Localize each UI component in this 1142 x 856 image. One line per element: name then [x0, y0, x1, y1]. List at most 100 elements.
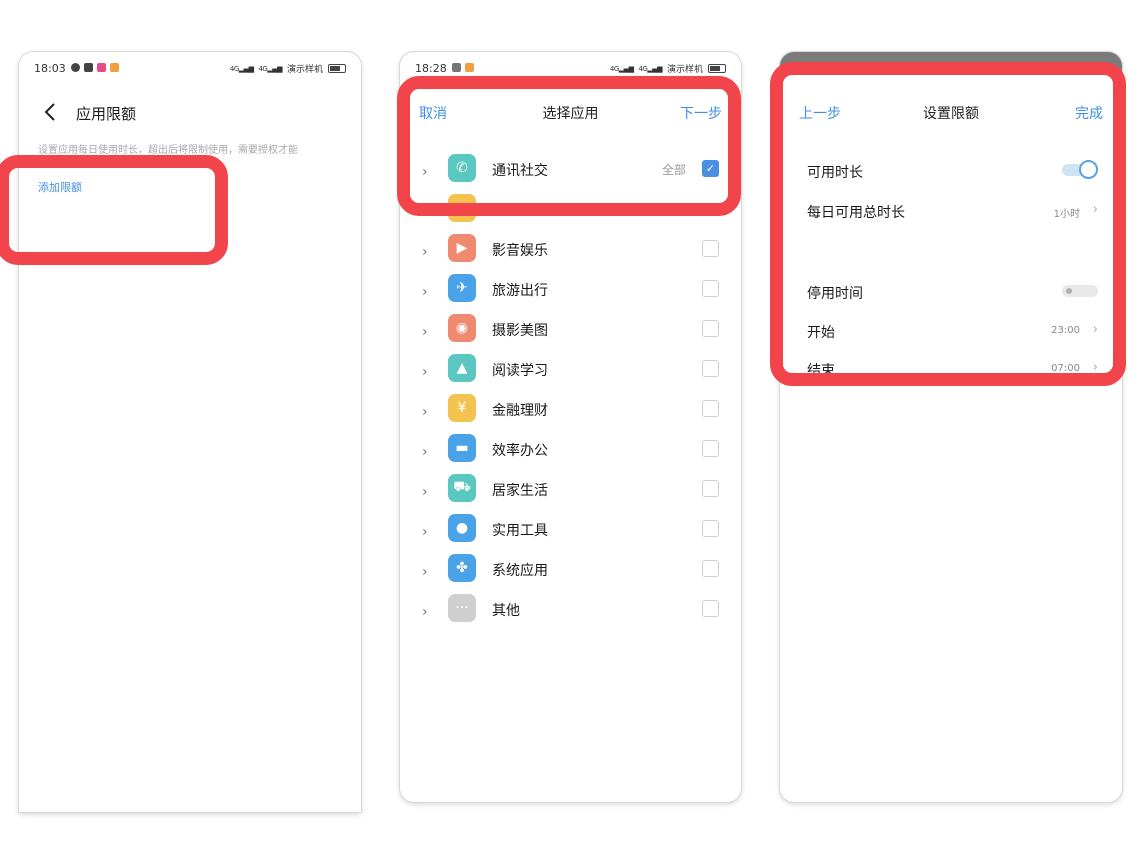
- category-checkbox[interactable]: [702, 440, 719, 457]
- category-label: 摄影美图: [492, 323, 548, 339]
- downtime-toggle[interactable]: [1062, 281, 1098, 301]
- chevron-right-icon[interactable]: ›: [422, 404, 428, 420]
- notification-icons: [71, 63, 119, 72]
- chevron-right-icon[interactable]: ›: [422, 524, 428, 540]
- category-row-travel[interactable]: › ✈ 旅游出行: [400, 272, 741, 312]
- chevron-right-icon: ›: [1092, 202, 1098, 217]
- category-row-home[interactable]: › ⛟ 居家生活: [400, 472, 741, 512]
- chevron-right-icon: ›: [1092, 322, 1098, 337]
- daily-total-row[interactable]: 每日可用总时长 1小时 ›: [807, 202, 1098, 222]
- setting-value: 1小时: [1053, 209, 1080, 220]
- category-label: 影音娱乐: [492, 243, 548, 259]
- page-title: 设置限额: [923, 106, 979, 122]
- setting-label: 停用时间: [807, 286, 863, 302]
- status-time: 18:28: [415, 62, 447, 75]
- status-bar: 18:03 4G▂▄▆ 4G▂▄▆ 演示样机: [19, 62, 361, 78]
- phone-screen-app-limit: 18:03 4G▂▄▆ 4G▂▄▆ 演示样机 应用限额 设置应用每日使用时长，超…: [19, 52, 361, 812]
- chevron-right-icon: ›: [1092, 360, 1098, 375]
- chevron-right-icon[interactable]: ›: [422, 324, 428, 340]
- phone-icon: ✆: [448, 154, 476, 182]
- category-label: 实用工具: [492, 523, 548, 539]
- all-label: 全部: [661, 163, 686, 177]
- setting-label: 可用时长: [807, 165, 863, 181]
- carrier-label: 演示样机: [286, 65, 323, 75]
- page-title: 应用限额: [76, 105, 137, 123]
- setting-label: 每日可用总时长: [807, 205, 905, 221]
- chevron-right-icon[interactable]: ›: [422, 244, 428, 260]
- chevron-right-icon[interactable]: ›: [422, 444, 428, 460]
- play-icon: ▶: [448, 234, 476, 262]
- status-right: 4G▂▄▆ 4G▂▄▆ 演示样机: [230, 62, 346, 75]
- image-icon: [452, 63, 461, 72]
- toggle-knob: [1066, 288, 1072, 294]
- category-checkbox[interactable]: [702, 320, 719, 337]
- battery-icon: [708, 64, 726, 73]
- chevron-right-icon[interactable]: ›: [422, 604, 428, 620]
- category-checkbox[interactable]: [702, 400, 719, 417]
- category-checkbox[interactable]: [702, 480, 719, 497]
- back-arrow-icon[interactable]: [41, 102, 61, 122]
- category-row-photo[interactable]: › ◉ 摄影美图: [400, 312, 741, 352]
- category-label: 其他: [492, 603, 520, 619]
- category-checkbox[interactable]: [702, 600, 719, 617]
- category-row-other[interactable]: › ··· 其他: [400, 592, 741, 632]
- setting-value: 23:00: [1051, 325, 1080, 336]
- category-row-office[interactable]: › ▬ 效率办公: [400, 432, 741, 472]
- camera-icon: ◉: [448, 314, 476, 342]
- app-icon: [448, 194, 476, 222]
- phone-screen-select-app: 18:28 4G▂▄▆ 4G▂▄▆ 演示样机 取消 选择应用 下一步 › ✆ 通…: [400, 52, 741, 802]
- app-icon: [97, 63, 106, 72]
- chevron-right-icon[interactable]: ›: [422, 284, 428, 300]
- category-checkbox[interactable]: ✓: [702, 160, 719, 177]
- setting-label: 开始: [807, 325, 835, 341]
- status-bar: 18:28 4G▂▄▆ 4G▂▄▆ 演示样机: [400, 62, 741, 78]
- status-right: 4G▂▄▆ 4G▂▄▆ 演示样机: [610, 62, 726, 75]
- page-description: 设置应用每日使用时长，超出后将限制使用，需要授权才能: [38, 145, 298, 156]
- end-time-row[interactable]: 结束 07:00 ›: [807, 360, 1098, 380]
- dimmed-status-bar: [780, 52, 1122, 74]
- category-checkbox[interactable]: [702, 560, 719, 577]
- chevron-right-icon[interactable]: ›: [422, 564, 428, 580]
- message-icon: [71, 63, 80, 72]
- graduation-cap-icon: ▲: [448, 354, 476, 382]
- grid-icon: ✤: [448, 554, 476, 582]
- signal-icon: 4G▂▄▆: [229, 64, 254, 73]
- card-icon: [84, 63, 93, 72]
- category-row-comm[interactable]: › ✆ 通讯社交 全部 ✓: [400, 152, 741, 192]
- signal-icon: 4G▂▄▆: [609, 64, 634, 73]
- category-label: 旅游出行: [492, 283, 548, 299]
- setting-value: 07:00: [1051, 363, 1080, 374]
- money-icon: ¥: [448, 394, 476, 422]
- category-row-finance[interactable]: › ¥ 金融理财: [400, 392, 741, 432]
- category-row-media[interactable]: › ▶ 影音娱乐: [400, 232, 741, 272]
- downtime-row: 停用时间: [807, 283, 1098, 303]
- category-checkbox[interactable]: [702, 240, 719, 257]
- category-label: 金融理财: [492, 403, 548, 419]
- planet-icon: ●: [448, 514, 476, 542]
- toggle-knob: [1079, 160, 1098, 179]
- category-checkbox[interactable]: [702, 360, 719, 377]
- phone-screen-set-limit: 上一步 设置限额 完成 可用时长 每日可用总时长 1小时 › 停用时间 开始 2…: [780, 52, 1122, 802]
- chevron-right-icon[interactable]: ›: [422, 484, 428, 500]
- briefcase-icon: ▬: [448, 434, 476, 462]
- done-button[interactable]: 完成: [1075, 103, 1103, 123]
- chevron-right-icon[interactable]: ›: [422, 164, 428, 180]
- start-time-row[interactable]: 开始 23:00 ›: [807, 322, 1098, 342]
- category-label: 效率办公: [492, 443, 548, 459]
- add-limit-link[interactable]: 添加限额: [38, 179, 82, 195]
- category-row-system[interactable]: › ✤ 系统应用: [400, 552, 741, 592]
- next-step-button[interactable]: 下一步: [680, 103, 722, 123]
- category-label: 系统应用: [492, 563, 548, 579]
- category-row-hidden[interactable]: [400, 192, 741, 232]
- category-row-reading[interactable]: › ▲ 阅读学习: [400, 352, 741, 392]
- chevron-right-icon[interactable]: ›: [422, 364, 428, 380]
- category-checkbox[interactable]: [702, 280, 719, 297]
- category-label: 居家生活: [492, 483, 548, 499]
- more-icon: ···: [448, 594, 476, 622]
- category-checkbox[interactable]: [702, 520, 719, 537]
- status-time: 18:03: [34, 62, 66, 75]
- category-row-tools[interactable]: › ● 实用工具: [400, 512, 741, 552]
- available-duration-row: 可用时长: [807, 160, 1098, 182]
- carrier-label: 演示样机: [666, 65, 703, 75]
- available-duration-toggle[interactable]: [1062, 160, 1098, 180]
